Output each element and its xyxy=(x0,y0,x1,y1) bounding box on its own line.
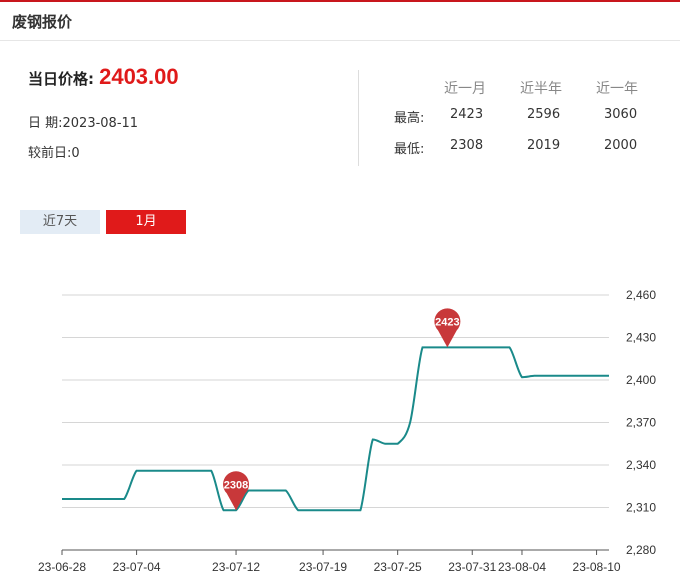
x-tick-label: 23-08-04 xyxy=(498,560,546,574)
marker-label: 2308 xyxy=(224,479,248,491)
stats-row-low: 最低: 2308 2019 2000 xyxy=(380,132,670,163)
stats-row-label: 最低: xyxy=(394,142,425,157)
stats-col-year: 近一年 xyxy=(596,81,638,97)
x-tick-label: 23-07-31 xyxy=(448,560,496,574)
price-line-chart: 2308 2423 2,280 2,310 2,340 2,370 2,400 2,430 2… xyxy=(38,288,656,574)
x-tick-label: 23-06-28 xyxy=(38,560,86,574)
stats-cell: 2308 xyxy=(450,138,484,153)
y-tick-label: 2,400 xyxy=(626,373,656,387)
price-series-line xyxy=(62,346,609,512)
current-price-value: 2403.00 xyxy=(99,64,179,89)
price-stats-table: 近一月 近半年 近一年 最高: 2423 2596 3060 最低: 2308 … xyxy=(380,70,670,163)
tab-7-days[interactable]: 近7天 xyxy=(20,210,100,234)
stats-cell: 3060 xyxy=(604,107,638,122)
stats-cell: 2000 xyxy=(604,138,638,153)
stats-cell: 2596 xyxy=(527,107,561,122)
y-tick-label: 2,340 xyxy=(626,458,656,472)
stats-row-high: 最高: 2423 2596 3060 xyxy=(380,101,670,132)
stats-col-month: 近一月 xyxy=(444,81,486,97)
x-tick-label: 23-07-25 xyxy=(374,560,422,574)
x-tick-label: 23-07-19 xyxy=(299,560,347,574)
stats-cell: 2423 xyxy=(450,107,484,122)
y-tick-label: 2,430 xyxy=(626,331,656,345)
stats-header-row: 近一月 近半年 近一年 xyxy=(380,70,670,101)
x-tick-label: 23-07-12 xyxy=(212,560,260,574)
x-tick-label: 23-07-04 xyxy=(113,560,161,574)
y-tick-label: 2,460 xyxy=(626,288,656,302)
x-tick-label: 23-08-10 xyxy=(573,560,621,574)
page-title: 废钢报价 xyxy=(12,13,73,31)
current-price: 当日价格: 2403.00 xyxy=(28,64,179,90)
current-price-label: 当日价格: xyxy=(28,70,94,88)
stats-row-label: 最高: xyxy=(394,111,425,126)
change-line: 较前日:0 xyxy=(28,146,80,161)
stats-col-halfyear: 近半年 xyxy=(520,81,562,97)
max-price-marker: 2423 xyxy=(434,308,461,348)
min-price-marker: 2308 xyxy=(223,471,250,511)
y-tick-label: 2,370 xyxy=(626,416,656,430)
y-tick-label: 2,280 xyxy=(626,543,656,557)
y-tick-label: 2,310 xyxy=(626,501,656,515)
tab-1-month[interactable]: 1月 xyxy=(106,210,186,234)
stats-divider xyxy=(358,70,359,166)
page-header: 废钢报价 xyxy=(0,2,680,41)
marker-label: 2423 xyxy=(435,316,459,328)
date-line: 日 期:2023-08-11 xyxy=(28,116,139,131)
stats-cell: 2019 xyxy=(527,138,561,153)
